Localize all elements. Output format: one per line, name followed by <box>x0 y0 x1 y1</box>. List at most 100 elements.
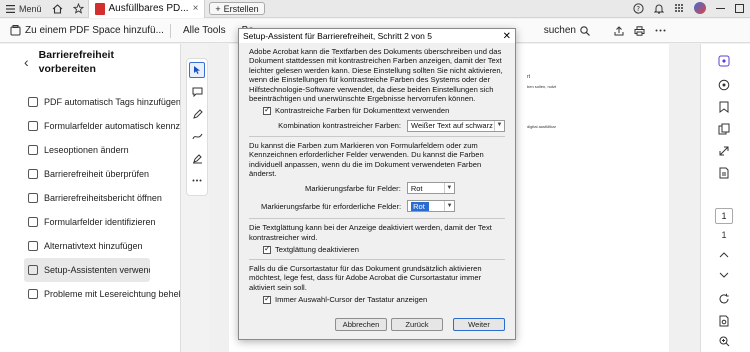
contrast-checkbox-row[interactable]: Kontrastreiche Farben für Dokumenttext v… <box>249 105 505 116</box>
page-text: rt <box>527 74 531 80</box>
checklist-icon <box>28 169 38 179</box>
panel-header: ‹ Barrierefreiheit vorbereiten <box>0 44 180 78</box>
list-item-auto-form-fields[interactable]: Formularfelder automatisch kennzeichne <box>0 114 180 138</box>
dialog-buttons: Abbrechen Zurück Weiter <box>239 318 515 331</box>
list-item-identify-fields[interactable]: Formularfelder identifizieren <box>0 210 180 234</box>
add-to-space-label: Zu einem PDF Space hinzufü... <box>25 25 164 36</box>
apps-grid-icon[interactable] <box>674 3 684 13</box>
hamburger-icon <box>6 4 15 13</box>
divider <box>249 218 505 220</box>
chevron-up-icon[interactable] <box>717 248 731 262</box>
zoom-icon[interactable] <box>717 334 731 348</box>
combo-select[interactable]: Weißer Text auf schwarz ▼ <box>407 119 505 132</box>
dialog-titlebar: Setup-Assistent für Barrierefreiheit, Sc… <box>239 29 515 43</box>
list-item-reading-order[interactable]: Probleme mit Lesereichtung beheben <box>0 282 180 306</box>
bell-icon[interactable] <box>654 3 664 14</box>
annotations-icon[interactable] <box>717 78 731 92</box>
create-button[interactable]: + Erstellen <box>209 2 265 15</box>
help-icon[interactable]: ? <box>633 2 644 14</box>
list-item-label: Formularfelder identifizieren <box>44 217 156 227</box>
space-icon <box>10 25 21 36</box>
required-color-select[interactable]: Rot ▼ <box>407 200 456 213</box>
combo-label: Kombination kontrastreicher Farben: <box>278 121 401 131</box>
field-color-select[interactable]: Rot ▼ <box>406 182 455 195</box>
right-rail: 1 1 <box>700 44 750 352</box>
contrast-intro-text: Adobe Acrobat kann die Textfarben des Do… <box>249 47 503 104</box>
close-tab-icon[interactable]: × <box>193 3 199 14</box>
list-item-label: PDF automatisch Tags hinzufügen <box>44 97 180 107</box>
attachment-icon[interactable] <box>717 166 731 180</box>
required-color-label: Markierungsfarbe für erforderliche Felde… <box>261 201 402 211</box>
sign-icon[interactable] <box>189 150 205 166</box>
comment-icon[interactable] <box>189 84 205 100</box>
close-icon[interactable]: ✕ <box>503 31 511 42</box>
setup-assistant-dialog: Setup-Assistent für Barrierefreiheit, Sc… <box>238 28 516 340</box>
nav-buttons: Zurück Weiter <box>391 318 505 331</box>
list-item-label: Setup-Assistenten verwenden <box>44 265 150 275</box>
title-bar: Menü Ausfüllbares PD... × + Erstellen ? <box>0 0 750 18</box>
link-icon[interactable] <box>717 144 731 158</box>
select-cursor-icon[interactable] <box>189 62 205 78</box>
divider <box>249 135 505 137</box>
avatar[interactable] <box>694 2 706 14</box>
page-text: digital ausfüllbar <box>527 124 556 129</box>
chevron-down-icon[interactable] <box>717 268 731 282</box>
cursor-checkbox[interactable] <box>263 294 271 304</box>
top-right-controls: ? <box>633 2 744 14</box>
chevron-down-icon: ▼ <box>494 120 504 131</box>
next-button[interactable]: Weiter <box>453 318 505 331</box>
all-tools-label: Alle Tools <box>182 25 226 36</box>
list-item-setup-assistant[interactable]: Setup-Assistenten verwenden <box>24 258 150 282</box>
back-arrow-icon[interactable]: ‹ <box>24 54 29 70</box>
search-icon <box>580 25 590 36</box>
page-text: ben sollen, nutzt <box>527 84 557 89</box>
checklist-icon <box>28 217 38 227</box>
cursor-checkbox-label: Immer Auswahl-Cursor der Tastatur anzeig… <box>275 294 428 304</box>
smoothing-checkbox-row[interactable]: Textglättung deaktivieren <box>249 244 505 255</box>
star-icon[interactable] <box>72 3 84 14</box>
add-to-space-button[interactable]: Zu einem PDF Space hinzufü... <box>0 25 170 36</box>
document-tab[interactable]: Ausfüllbares PD... × <box>87 0 206 18</box>
list-item-label: Formularfelder automatisch kennzeichne <box>44 121 180 131</box>
more-tools-icon[interactable] <box>189 172 205 188</box>
contrast-checkbox[interactable] <box>263 105 271 116</box>
page-search-icon[interactable] <box>717 314 731 328</box>
menu-button[interactable]: Menü <box>0 4 48 14</box>
print-icon[interactable] <box>634 25 645 36</box>
cursor-checkbox-row[interactable]: Immer Auswahl-Cursor der Tastatur anzeig… <box>249 294 505 304</box>
search-button[interactable]: suchen <box>538 25 596 36</box>
list-item-label: Barrierefreiheitsbericht öffnen <box>44 193 162 203</box>
list-item-auto-tag[interactable]: PDF automatisch Tags hinzufügen <box>0 90 180 114</box>
all-tools-button[interactable]: Alle Tools <box>171 25 232 36</box>
smoothing-checkbox-label: Textglättung deaktivieren <box>275 245 360 255</box>
plus-icon: + <box>215 3 221 14</box>
maximize-icon[interactable] <box>735 3 744 13</box>
minimize-icon[interactable] <box>716 4 725 13</box>
list-item-reading-options[interactable]: Leseoptionen ändern <box>0 138 180 162</box>
draw-icon[interactable] <box>189 128 205 144</box>
panel-title-line2: vorbereiten <box>38 63 96 75</box>
refresh-icon[interactable] <box>717 292 731 306</box>
bookmark-icon[interactable] <box>717 100 731 114</box>
list-item-label: Probleme mit Lesereichtung beheben <box>44 289 180 299</box>
required-color-row: Markierungsfarbe für erforderliche Felde… <box>249 200 505 213</box>
combo-row: Kombination kontrastreicher Farben: Weiß… <box>249 119 505 132</box>
panel-title: Barrierefreiheit vorbereiten <box>39 48 114 76</box>
create-label: Erstellen <box>223 3 259 14</box>
page-number-input[interactable]: 1 <box>715 208 733 224</box>
list-item-open-report[interactable]: Barrierefreiheitsbericht öffnen <box>0 186 180 210</box>
combo-value: Weißer Text auf schwarz <box>411 121 493 131</box>
pages-icon[interactable] <box>717 122 731 136</box>
smoothing-checkbox[interactable] <box>263 244 271 254</box>
checklist-icon <box>28 145 38 155</box>
ai-assistant-icon[interactable] <box>717 54 731 68</box>
dialog-body: Adobe Acrobat kann die Textfarben des Do… <box>239 43 515 304</box>
home-icon[interactable] <box>52 3 63 14</box>
highlight-pen-icon[interactable] <box>189 106 205 122</box>
cancel-button[interactable]: Abbrechen <box>335 318 387 331</box>
back-button[interactable]: Zurück <box>391 318 443 331</box>
list-item-check-accessibility[interactable]: Barrierefreiheit überprüfen <box>0 162 180 186</box>
share-icon[interactable] <box>614 25 624 36</box>
more-options-icon[interactable] <box>655 29 666 32</box>
list-item-alt-text[interactable]: Alternativtext hinzufügen <box>0 234 180 258</box>
